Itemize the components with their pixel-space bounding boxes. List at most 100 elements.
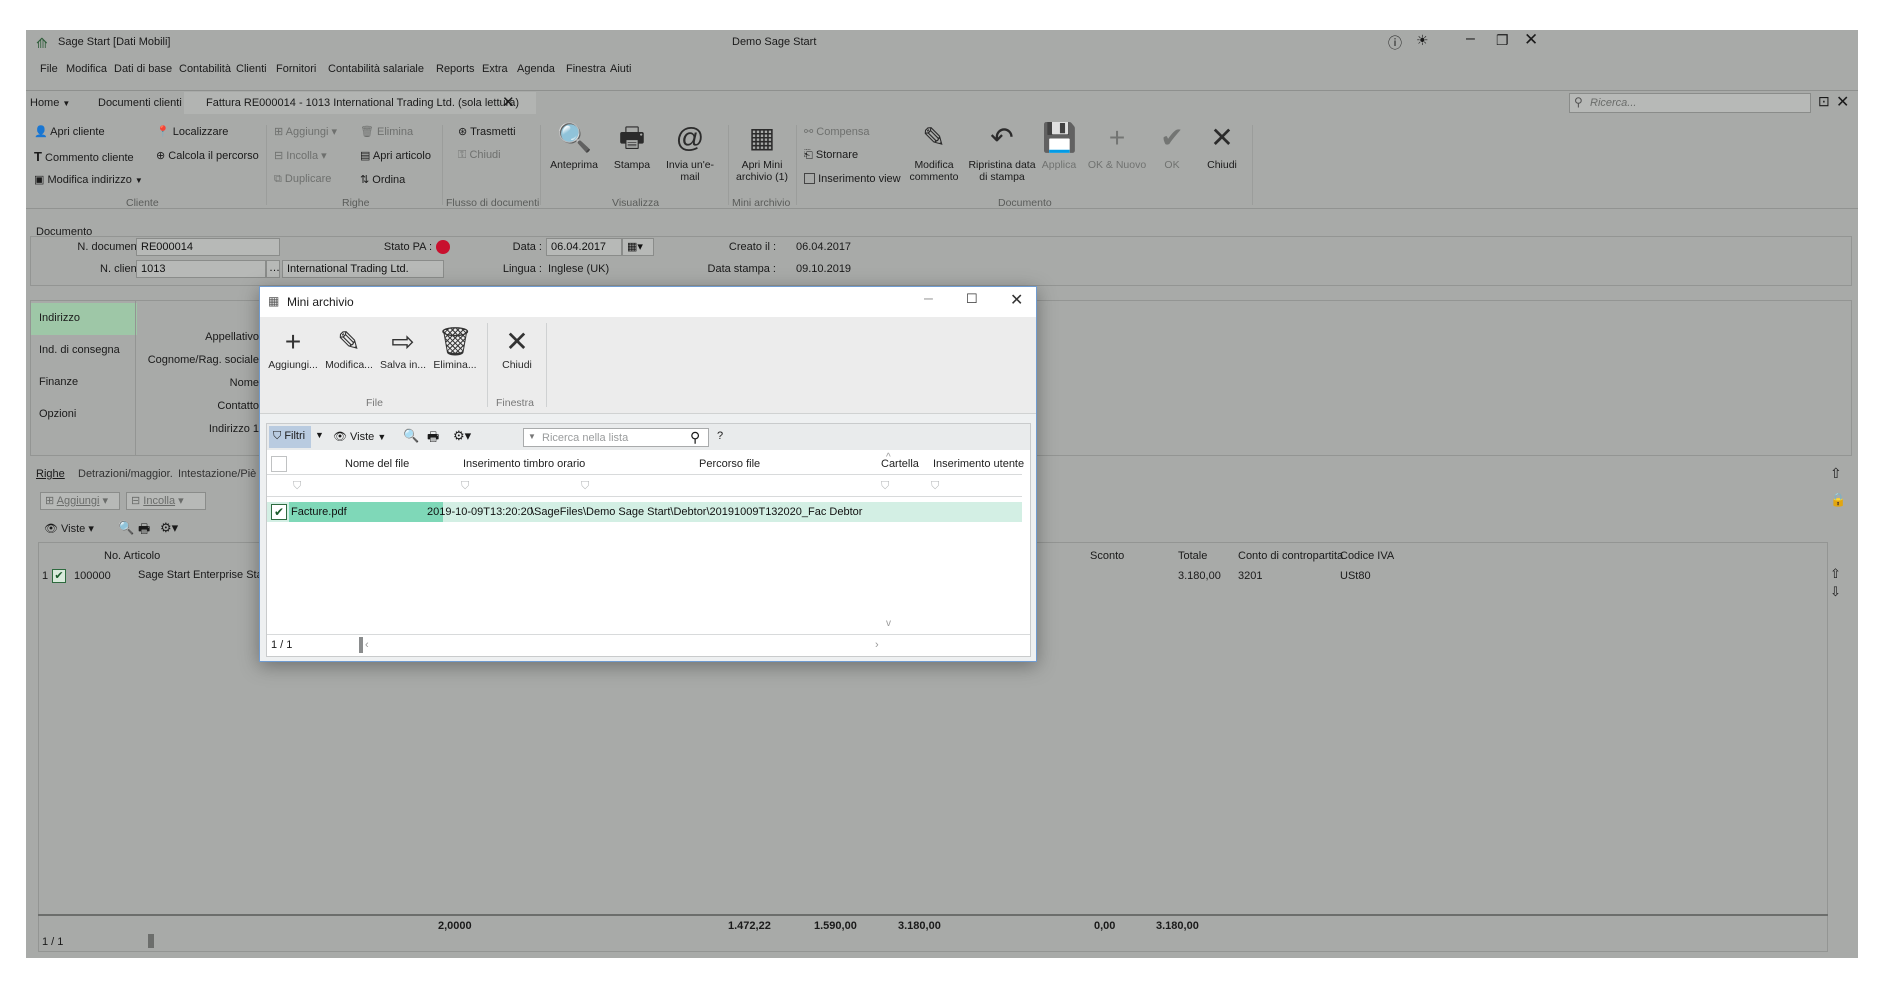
menu-reports[interactable]: Reports: [436, 63, 475, 75]
data-field[interactable]: 06.04.2017: [546, 238, 622, 256]
localizzare-button[interactable]: 📍 Localizzare: [156, 125, 228, 138]
grid-preview-icon[interactable]: 🔍: [118, 520, 134, 536]
applica-button[interactable]: 💾 Applica: [1032, 121, 1086, 171]
search-icon[interactable]: ⚲: [690, 429, 700, 446]
scroll-right-icon[interactable]: ›: [875, 639, 879, 651]
n-cliente-field[interactable]: 1013: [136, 260, 266, 278]
close-icon[interactable]: ✕: [1524, 30, 1538, 50]
incolla-button[interactable]: ⊟ Incolla ▾: [274, 149, 327, 162]
menu-contabilita[interactable]: Contabilità: [179, 63, 231, 75]
scroll-up-icon[interactable]: ^: [886, 452, 891, 463]
col-totale[interactable]: Totale: [1178, 550, 1207, 562]
grid-viste-button[interactable]: 👁 Viste ▾: [44, 522, 94, 535]
row-checkbox[interactable]: ✔: [52, 569, 66, 583]
menu-clienti[interactable]: Clienti: [236, 63, 267, 75]
apri-articolo-button[interactable]: ▤ Apri articolo: [360, 149, 431, 162]
filtri-button[interactable]: ⛉ Filtri: [269, 426, 311, 448]
minimize-icon[interactable]: –: [1466, 30, 1475, 48]
filtri-dropdown-icon[interactable]: ▼: [315, 430, 324, 440]
col-conto[interactable]: Conto di contropartita: [1238, 550, 1343, 562]
side-tab-indirizzo[interactable]: Indirizzo: [31, 303, 137, 335]
filter-icon[interactable]: ⛉: [461, 480, 469, 493]
menu-fornitori[interactable]: Fornitori: [276, 63, 316, 75]
restore-icon[interactable]: ❐: [1496, 32, 1509, 49]
calcola-percorso-button[interactable]: ⊕ Calcola il percorso: [156, 149, 259, 162]
ok-nuovo-button[interactable]: + OK & Nuovo: [1084, 121, 1150, 171]
dialog-aggiungi-button[interactable]: + Aggiungi...: [264, 325, 322, 371]
lightbulb-icon[interactable]: ☀: [1416, 32, 1429, 49]
duplicare-button[interactable]: ⧉ Duplicare: [274, 173, 331, 186]
stornare-button[interactable]: ⎗ Stornare: [804, 149, 858, 162]
tab-documenti-clienti[interactable]: Documenti clienti: [98, 97, 182, 109]
dialog-scroll-thumb[interactable]: [359, 637, 363, 653]
inserimento-view-checkbox[interactable]: Inserimento view: [804, 173, 901, 185]
dialog-modifica-button[interactable]: ✎ Modifica...: [320, 325, 378, 371]
menu-dati-di-base[interactable]: Dati di base: [114, 63, 172, 75]
row-checkbox[interactable]: ✔: [271, 504, 287, 520]
trasmetti-button[interactable]: ⊛ Trasmetti: [458, 125, 516, 138]
col-sconto[interactable]: Sconto: [1090, 550, 1124, 562]
dialog-minimize-icon[interactable]: –: [924, 290, 933, 308]
grid-settings-icon[interactable]: ⚙▾: [160, 520, 178, 536]
aggiungi-riga-button[interactable]: ⊞ Aggiungi ▾: [274, 125, 337, 138]
filter-icon[interactable]: ⛉: [581, 480, 589, 493]
modifica-indirizzo-button[interactable]: ▣ Modifica indirizzo ▼: [34, 173, 143, 186]
grid-scroll-thumb[interactable]: [148, 934, 154, 948]
help-icon[interactable]: ⓘ: [1388, 33, 1402, 53]
apri-cliente-button[interactable]: 👤 Apri cliente: [34, 125, 105, 138]
col-timbro-orario[interactable]: Inserimento timbro orario: [463, 458, 585, 470]
stampa-button[interactable]: 🖶 Stampa: [600, 121, 664, 171]
ripristina-data-stampa-button[interactable]: ↶ Ripristina data di stampa: [966, 121, 1038, 183]
side-tab-opzioni[interactable]: Opzioni: [31, 399, 137, 431]
row-down-icon[interactable]: ⇩: [1830, 584, 1841, 600]
chiudi-documento-button[interactable]: ✕ Chiudi: [1196, 121, 1248, 171]
anteprima-button[interactable]: 🔍 Anteprima: [542, 121, 606, 171]
col-no-articolo[interactable]: No. Articolo: [104, 550, 160, 562]
tab-righe[interactable]: Righe: [36, 468, 65, 480]
layout-icon[interactable]: ⊡: [1818, 93, 1830, 110]
close-all-icon[interactable]: ✕: [1836, 92, 1849, 112]
filter-icon[interactable]: ⛉: [931, 480, 939, 493]
menu-contabilita-salariale[interactable]: Contabilità salariale: [328, 63, 424, 75]
col-inserimento-utente[interactable]: Inserimento utente: [933, 458, 1024, 470]
menu-modifica[interactable]: Modifica: [66, 63, 107, 75]
tab-detrazioni[interactable]: Detrazioni/maggior.: [78, 468, 173, 480]
dialog-settings-icon[interactable]: ⚙▾: [453, 428, 471, 444]
menu-agenda[interactable]: Agenda: [517, 63, 555, 75]
dialog-close-icon[interactable]: ✕: [1010, 290, 1023, 310]
apri-mini-archivio-button[interactable]: ▦ Apri Mini archivio (1): [730, 121, 794, 183]
menu-finestra[interactable]: Finestra: [566, 63, 606, 75]
dialog-search-field[interactable]: ▼ Ricerca nella lista ⚲: [523, 428, 709, 447]
side-tab-finanze[interactable]: Finanze: [31, 367, 137, 399]
cliente-lookup-button[interactable]: …: [266, 260, 280, 278]
modifica-commento-button[interactable]: ✎ Modifica commento: [902, 121, 966, 183]
scroll-top-icon[interactable]: ⇧: [1830, 465, 1842, 482]
menu-file[interactable]: File: [40, 63, 58, 75]
dialog-chiudi-button[interactable]: ✕ Chiudi: [488, 325, 546, 371]
filter-icon[interactable]: ⛉: [293, 480, 301, 493]
col-codice-iva[interactable]: Codice IVA: [1340, 550, 1394, 562]
global-search-field[interactable]: ⚲ Ricerca...: [1569, 93, 1811, 113]
grid-printer-icon[interactable]: 🖶: [138, 520, 150, 542]
grid-aggiungi-button[interactable]: ⊞ Aggiungi ▾: [40, 492, 120, 510]
search-dropdown-icon[interactable]: ▼: [528, 432, 536, 441]
ordina-button[interactable]: ⇅ Ordina: [360, 173, 405, 186]
col-percorso-file[interactable]: Percorso file: [699, 458, 760, 470]
tab-fattura-active[interactable]: Fattura RE000014 - 1013 International Tr…: [206, 97, 519, 109]
dialog-preview-icon[interactable]: 🔍: [403, 428, 419, 444]
dialog-help-button[interactable]: ?: [717, 430, 723, 442]
tab-intestazione[interactable]: Intestazione/Piè p: [178, 468, 265, 480]
scroll-left-icon[interactable]: ‹: [365, 639, 369, 651]
dialog-elimina-button[interactable]: 🗑 Elimina...: [426, 325, 484, 371]
n-documento-field[interactable]: RE000014: [136, 238, 280, 256]
dialog-printer-icon[interactable]: 🖶: [427, 428, 439, 450]
menu-aiuti[interactable]: Aiuti: [610, 63, 631, 75]
dialog-salva-button[interactable]: ⇨ Salva in...: [374, 325, 432, 371]
dialog-viste-button[interactable]: 👁 Viste ▼: [333, 430, 386, 443]
commento-cliente-button[interactable]: T Commento cliente: [34, 149, 134, 164]
chiudi-flusso-button[interactable]: ⚿ Chiudi: [458, 149, 501, 162]
tab-home[interactable]: Home ▼: [30, 97, 70, 109]
filter-icon[interactable]: ⛉: [881, 480, 889, 493]
close-tab-icon[interactable]: ✕: [502, 93, 515, 111]
compensa-button[interactable]: ⚯ Compensa: [804, 125, 869, 138]
